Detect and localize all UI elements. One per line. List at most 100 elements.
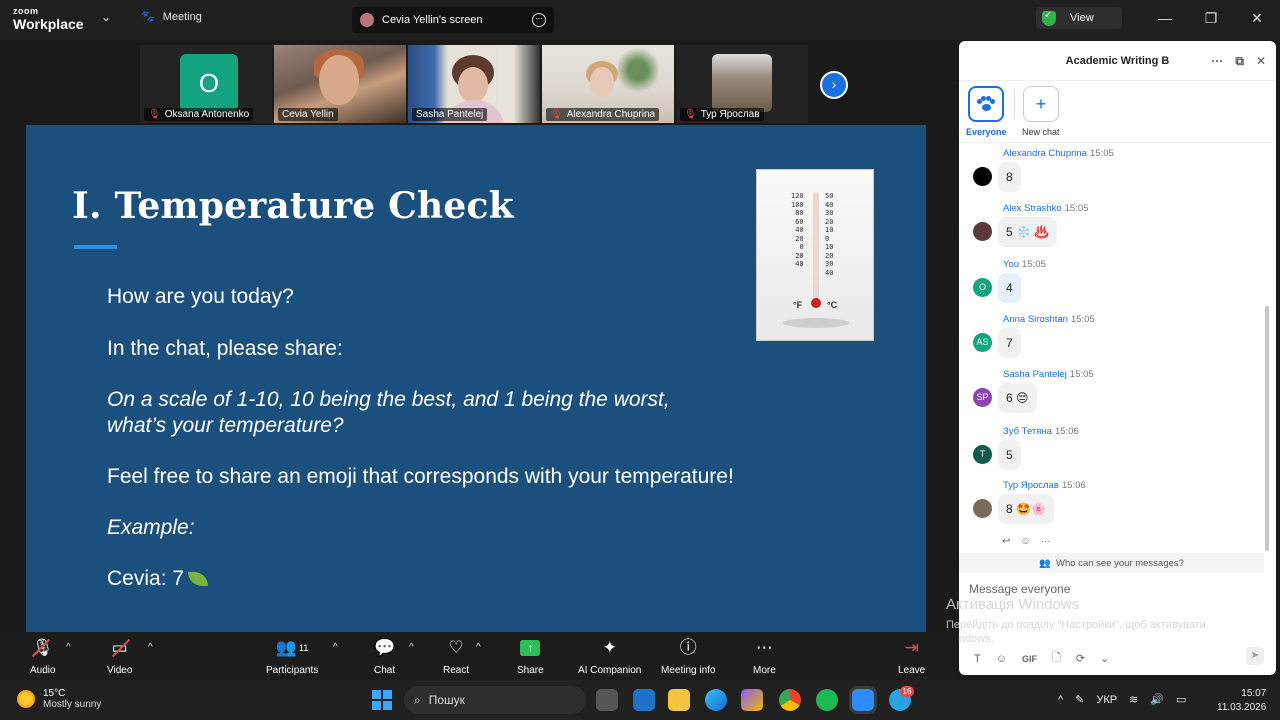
thermo-tick-f: 40 — [795, 226, 804, 234]
tab-everyone[interactable] — [968, 86, 1004, 122]
emoji-icon[interactable]: ☺ — [996, 653, 1007, 665]
more-button[interactable]: ⋯ More — [753, 636, 776, 676]
chevron-up-icon[interactable]: ^ — [476, 642, 481, 653]
who-can-see-link[interactable]: 👥 Who can see your messages? — [959, 553, 1264, 573]
restore-icon[interactable]: ❐ — [1188, 10, 1234, 27]
file-explorer-icon[interactable] — [668, 689, 690, 711]
video-tile[interactable]: 🎙 Тур Ярослав — [676, 45, 808, 123]
participants-label: Participants — [266, 665, 319, 676]
chevron-up-icon[interactable]: ^ — [1058, 694, 1063, 706]
chat-button[interactable]: 💬 Chat — [374, 636, 395, 676]
edge-icon[interactable] — [705, 689, 727, 711]
message-bubble: 6 😔 — [998, 383, 1037, 413]
video-tile[interactable]: Cevia Yellin — [274, 45, 406, 123]
send-icon[interactable]: ➤ — [1246, 647, 1264, 665]
react-button[interactable]: ♡ React — [443, 636, 469, 676]
thermo-tick-f: 20 — [795, 234, 804, 243]
share-button[interactable]: ↑ Share — [517, 636, 544, 676]
avatar — [360, 13, 374, 27]
chevron-down-icon[interactable]: ⌄ — [1100, 652, 1109, 665]
thermo-tick-f: 20 — [795, 251, 804, 260]
clock-time: 15:07 — [1241, 688, 1267, 699]
message-bubble: 8 — [998, 162, 1021, 192]
message-sender[interactable]: Alexandra Chuprina — [1003, 148, 1087, 159]
message-sender[interactable]: Зуб Тетяна — [1003, 426, 1052, 437]
screenshot-icon[interactable]: ⟳ — [1076, 652, 1085, 665]
more-icon: ⋯ — [755, 638, 773, 657]
zoom-logo: zoom Workplace — [13, 6, 84, 32]
message-sender[interactable]: Sasha Pantelej — [1003, 369, 1067, 380]
store-icon[interactable] — [633, 689, 655, 711]
more-icon[interactable]: ··· — [1041, 536, 1051, 547]
new-chat-button[interactable]: + — [1023, 86, 1059, 122]
chevron-up-icon[interactable]: ^ — [148, 642, 153, 653]
more-icon[interactable]: ··· — [532, 13, 546, 27]
tab-newchat-label: New chat — [1022, 127, 1060, 137]
avatar: T — [973, 445, 992, 464]
taskbar-clock[interactable]: 15:07 11.03.2026 — [1217, 687, 1266, 715]
chevron-up-icon[interactable]: ^ — [333, 642, 338, 653]
logo-line1: zoom — [13, 6, 39, 16]
message-sender[interactable]: Alex Strashko — [1003, 203, 1062, 214]
slide-line: Feel free to share an emoji that corresp… — [107, 465, 734, 488]
message-input[interactable]: Message everyone — [969, 582, 1070, 596]
message-sender[interactable]: Anna Siroshtan — [1003, 314, 1068, 325]
tab-meeting[interactable]: 🐾 Meeting — [141, 10, 202, 24]
video-tile-active[interactable]: Sasha Pantelej — [408, 45, 540, 123]
taskbar-search[interactable]: ⌕ Пошук — [404, 686, 586, 714]
message-meta: Anna Siroshtan 15:05 — [1003, 314, 1095, 325]
message-meta: Тур Ярослав 15:06 — [1003, 480, 1086, 491]
weather-widget[interactable]: 15°C Mostly sunny — [17, 688, 101, 710]
system-tray: ^ ✎ УКР ≋ 🔊 ▭ — [1058, 693, 1186, 707]
message-sender[interactable]: You — [1003, 259, 1019, 270]
chrome-icon[interactable] — [779, 689, 801, 711]
thermo-tick-f: 120 — [791, 192, 804, 200]
message-sender[interactable]: Тур Ярослав — [1003, 480, 1059, 491]
volume-icon[interactable]: 🔊 — [1150, 693, 1164, 706]
close-icon[interactable]: ✕ — [1234, 10, 1280, 27]
participants-count: 11 — [299, 643, 309, 653]
windows-start-icon[interactable] — [372, 690, 392, 710]
tab-shared-screen[interactable]: Cevia Yellin's screen ··· — [352, 7, 554, 33]
leave-button[interactable]: ⇥ Leave — [898, 636, 925, 676]
file-icon[interactable]: 🗋 — [1052, 649, 1061, 668]
message-list[interactable]: Alexandra Chuprina 15:05 8 Alex Strashko 15:… — [959, 142, 1276, 552]
leave-icon: ⇥ — [904, 638, 919, 657]
people-icon: 👥 — [275, 638, 298, 657]
video-tile[interactable]: O 🎙 Oksana Antonenko — [140, 45, 272, 123]
chevron-up-icon[interactable]: ^ — [409, 642, 414, 653]
thermo-tick-f: 0 — [799, 243, 804, 251]
view-button[interactable]: View — [1036, 7, 1122, 29]
next-page-icon[interactable]: › — [820, 71, 848, 99]
message-time: 15:05 — [1089, 148, 1114, 159]
format-text-icon[interactable]: T — [974, 653, 981, 665]
spotify-icon[interactable] — [816, 689, 838, 711]
message-bubble: 7 — [998, 328, 1021, 358]
zoom-app-icon[interactable] — [849, 686, 877, 714]
thermo-tick-c: 50 — [825, 192, 834, 200]
chevron-up-icon[interactable]: ^ — [66, 642, 71, 653]
people-icon: 👥 — [1039, 557, 1052, 569]
audio-button[interactable]: 🎙 Audio — [30, 636, 56, 676]
message-time: 15:06 — [1061, 480, 1086, 491]
scrollbar[interactable] — [1265, 306, 1269, 551]
microphone-off-icon: 🎙 — [32, 636, 54, 660]
meeting-info-button[interactable]: ⓘ Meeting info — [661, 636, 715, 676]
video-tile[interactable]: 🎙 Alexandra Chuprina — [542, 45, 674, 123]
video-label: Video — [107, 665, 133, 676]
language-indicator[interactable]: УКР — [1096, 694, 1117, 706]
chevron-down-icon[interactable]: ⌄ — [101, 10, 111, 24]
wifi-icon[interactable]: ≋ — [1129, 693, 1138, 706]
battery-icon[interactable]: ▭ — [1176, 693, 1186, 706]
participants-button[interactable]: 👥 11 Participants — [266, 636, 318, 676]
minimize-icon[interactable]: — — [1142, 10, 1188, 26]
emoji-react-icon[interactable]: ☺ — [1020, 536, 1030, 547]
task-view-icon[interactable] — [596, 689, 618, 711]
gif-button[interactable]: GIF — [1022, 654, 1037, 664]
copilot-icon[interactable] — [741, 689, 763, 711]
reply-icon[interactable]: ↩ — [1002, 536, 1010, 547]
video-button[interactable]: ▭ Video — [107, 636, 132, 676]
thermo-tick-f: 80 — [795, 209, 804, 217]
pen-icon[interactable]: ✎ — [1075, 693, 1084, 706]
ai-companion-button[interactable]: ✦ AI Companion — [578, 636, 641, 676]
